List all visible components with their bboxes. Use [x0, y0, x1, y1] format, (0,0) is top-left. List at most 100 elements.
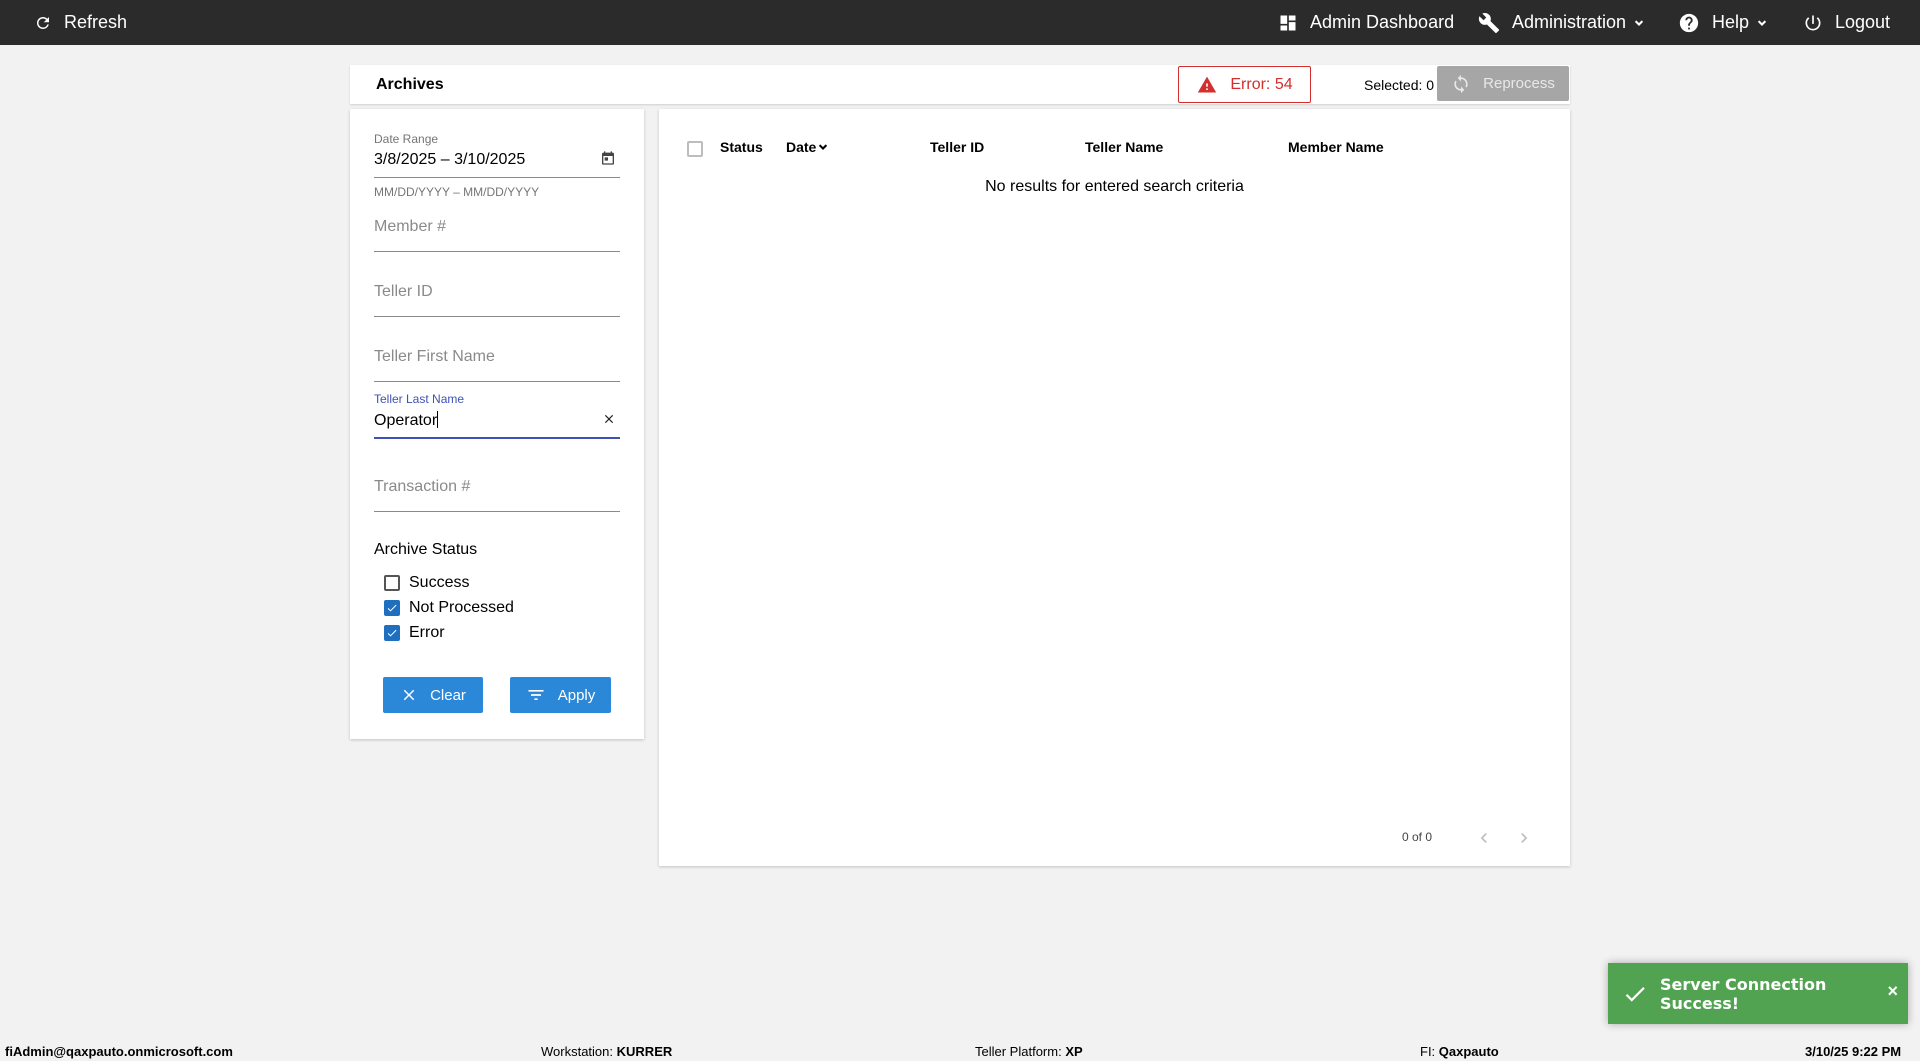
checkbox-checked-icon	[384, 625, 400, 641]
teller-id-underline	[374, 316, 620, 317]
next-page-button[interactable]	[1512, 826, 1536, 850]
reprocess-label: Reprocess	[1483, 75, 1555, 92]
apply-button[interactable]: Apply	[510, 677, 611, 713]
status-success-checkbox[interactable]: Success	[384, 574, 469, 592]
teller-last-name-label: Teller Last Name	[374, 392, 465, 406]
no-results-message: No results for entered search criteria	[985, 178, 1244, 195]
teller-id-placeholder: Teller ID	[374, 283, 433, 300]
toast-close-button[interactable]: ×	[1887, 981, 1898, 1002]
selected-count: Selected: 0	[1364, 77, 1435, 93]
admin-dashboard-link[interactable]: Admin Dashboard	[1278, 0, 1454, 45]
page-title: Archives	[376, 76, 444, 93]
text-cursor	[437, 411, 439, 428]
teller-last-name-field[interactable]: Teller Last Name Operator	[374, 392, 620, 442]
chevron-down-icon	[1632, 16, 1646, 30]
status-fi-label: FI:	[1420, 1044, 1436, 1059]
dashboard-icon	[1278, 13, 1298, 33]
status-bar: fiAdmin@qaxpauto.onmicrosoft.com Worksta…	[0, 1038, 1920, 1061]
date-range-label: Date Range	[374, 132, 439, 146]
warning-icon	[1198, 76, 1217, 92]
teller-last-name-underline	[374, 437, 620, 439]
refresh-button[interactable]: Refresh	[34, 0, 127, 45]
logout-button[interactable]: Logout	[1803, 0, 1890, 45]
checkbox-unchecked-icon	[384, 575, 400, 591]
date-range-value[interactable]: 3/8/2025 – 3/10/2025	[374, 151, 620, 171]
help-menu[interactable]: Help	[1678, 0, 1769, 45]
status-fi-value: Qaxpauto	[1438, 1044, 1499, 1059]
refresh-label: Refresh	[64, 12, 128, 32]
status-workstation-label: Workstation:	[541, 1044, 614, 1059]
pager-range: 0 of 0	[1402, 830, 1433, 844]
status-not-processed-checkbox[interactable]: Not Processed	[384, 599, 514, 617]
checkbox-checked-icon	[384, 600, 400, 616]
archive-status-title: Archive Status	[374, 541, 478, 558]
teller-last-name-value: Operator	[374, 412, 438, 429]
teller-first-name-field[interactable]: Teller First Name	[374, 348, 620, 383]
date-range-hint: MM/DD/YYYY – MM/DD/YYYY	[374, 185, 540, 199]
status-fi: FI: Qaxpauto	[1420, 1044, 1499, 1059]
calendar-icon[interactable]	[600, 150, 616, 171]
status-workstation-value: KURRER	[616, 1044, 673, 1059]
member-number-field[interactable]: Member #	[374, 218, 620, 253]
toast-notification: Server Connection Success! ×	[1608, 963, 1908, 1024]
status-platform: Teller Platform: XP	[975, 1044, 1083, 1059]
status-platform-value: XP	[1065, 1044, 1083, 1059]
status-error-checkbox[interactable]: Error	[384, 624, 445, 642]
chevron-right-icon	[1521, 833, 1528, 843]
column-header-teller-name[interactable]: Teller Name	[1085, 139, 1163, 155]
sync-icon	[1454, 74, 1468, 93]
power-icon	[1803, 13, 1823, 33]
transaction-number-field[interactable]: Transaction #	[374, 478, 620, 513]
date-range-underline	[374, 177, 620, 178]
results-panel: Status Date Teller ID Teller Name Member…	[659, 109, 1570, 866]
date-range-field[interactable]: Date Range 3/8/2025 – 3/10/2025 MM/DD/YY…	[374, 132, 620, 199]
checkmark-icon	[1622, 981, 1648, 1007]
member-number-underline	[374, 251, 620, 252]
status-not-processed-label: Not Processed	[409, 599, 514, 616]
teller-last-name-input[interactable]: Operator	[374, 411, 620, 431]
apply-label: Apply	[557, 686, 596, 704]
status-workstation: Workstation: KURRER	[541, 1044, 672, 1059]
clear-field-icon[interactable]	[602, 412, 616, 431]
status-success-label: Success	[409, 574, 470, 591]
chevron-down-icon	[1755, 16, 1769, 30]
teller-first-name-placeholder: Teller First Name	[374, 348, 495, 365]
refresh-icon	[34, 14, 52, 32]
clear-label: Clear	[430, 686, 466, 704]
help-label: Help	[1712, 12, 1750, 32]
wrench-icon	[1478, 12, 1500, 34]
clear-button[interactable]: Clear	[383, 677, 483, 713]
close-icon	[403, 689, 415, 701]
logout-label: Logout	[1835, 12, 1891, 32]
transaction-number-placeholder: Transaction #	[374, 478, 471, 495]
status-user: fiAdmin@qaxpauto.onmicrosoft.com	[5, 1044, 233, 1059]
reprocess-button[interactable]: Reprocess	[1437, 66, 1569, 101]
help-icon	[1678, 12, 1700, 34]
column-header-teller-id[interactable]: Teller ID	[930, 139, 984, 155]
status-error-label: Error	[409, 624, 445, 641]
error-count-label: Error: 54	[1230, 75, 1293, 93]
administration-menu[interactable]: Administration	[1478, 0, 1646, 45]
transaction-number-underline	[374, 511, 620, 512]
error-count-button[interactable]: Error: 54	[1178, 66, 1311, 103]
select-all-checkbox[interactable]	[687, 141, 703, 157]
admin-dashboard-label: Admin Dashboard	[1310, 12, 1455, 32]
archives-header: Archives Error: 54 Selected: 0 Reprocess	[350, 65, 1570, 104]
chevron-left-icon	[1480, 833, 1487, 843]
column-header-member-name[interactable]: Member Name	[1288, 139, 1384, 155]
member-number-placeholder: Member #	[374, 218, 447, 235]
teller-id-field[interactable]: Teller ID	[374, 283, 620, 318]
filter-panel: Date Range 3/8/2025 – 3/10/2025 MM/DD/YY…	[350, 109, 644, 739]
filter-icon	[528, 690, 544, 700]
status-datetime: 3/10/25 9:22 PM	[1805, 1044, 1902, 1059]
administration-label: Administration	[1512, 12, 1627, 32]
top-navbar: Refresh Admin Dashboard Administration H…	[0, 0, 1920, 45]
column-header-date-label: Date	[786, 139, 817, 155]
prev-page-button[interactable]	[1472, 826, 1496, 850]
teller-first-name-underline	[374, 381, 620, 382]
sort-desc-icon	[819, 144, 828, 150]
column-header-date[interactable]: Date	[786, 139, 830, 155]
status-platform-label: Teller Platform:	[975, 1044, 1062, 1059]
column-header-status[interactable]: Status	[720, 139, 763, 155]
toast-message: Server Connection Success!	[1660, 974, 1827, 1013]
